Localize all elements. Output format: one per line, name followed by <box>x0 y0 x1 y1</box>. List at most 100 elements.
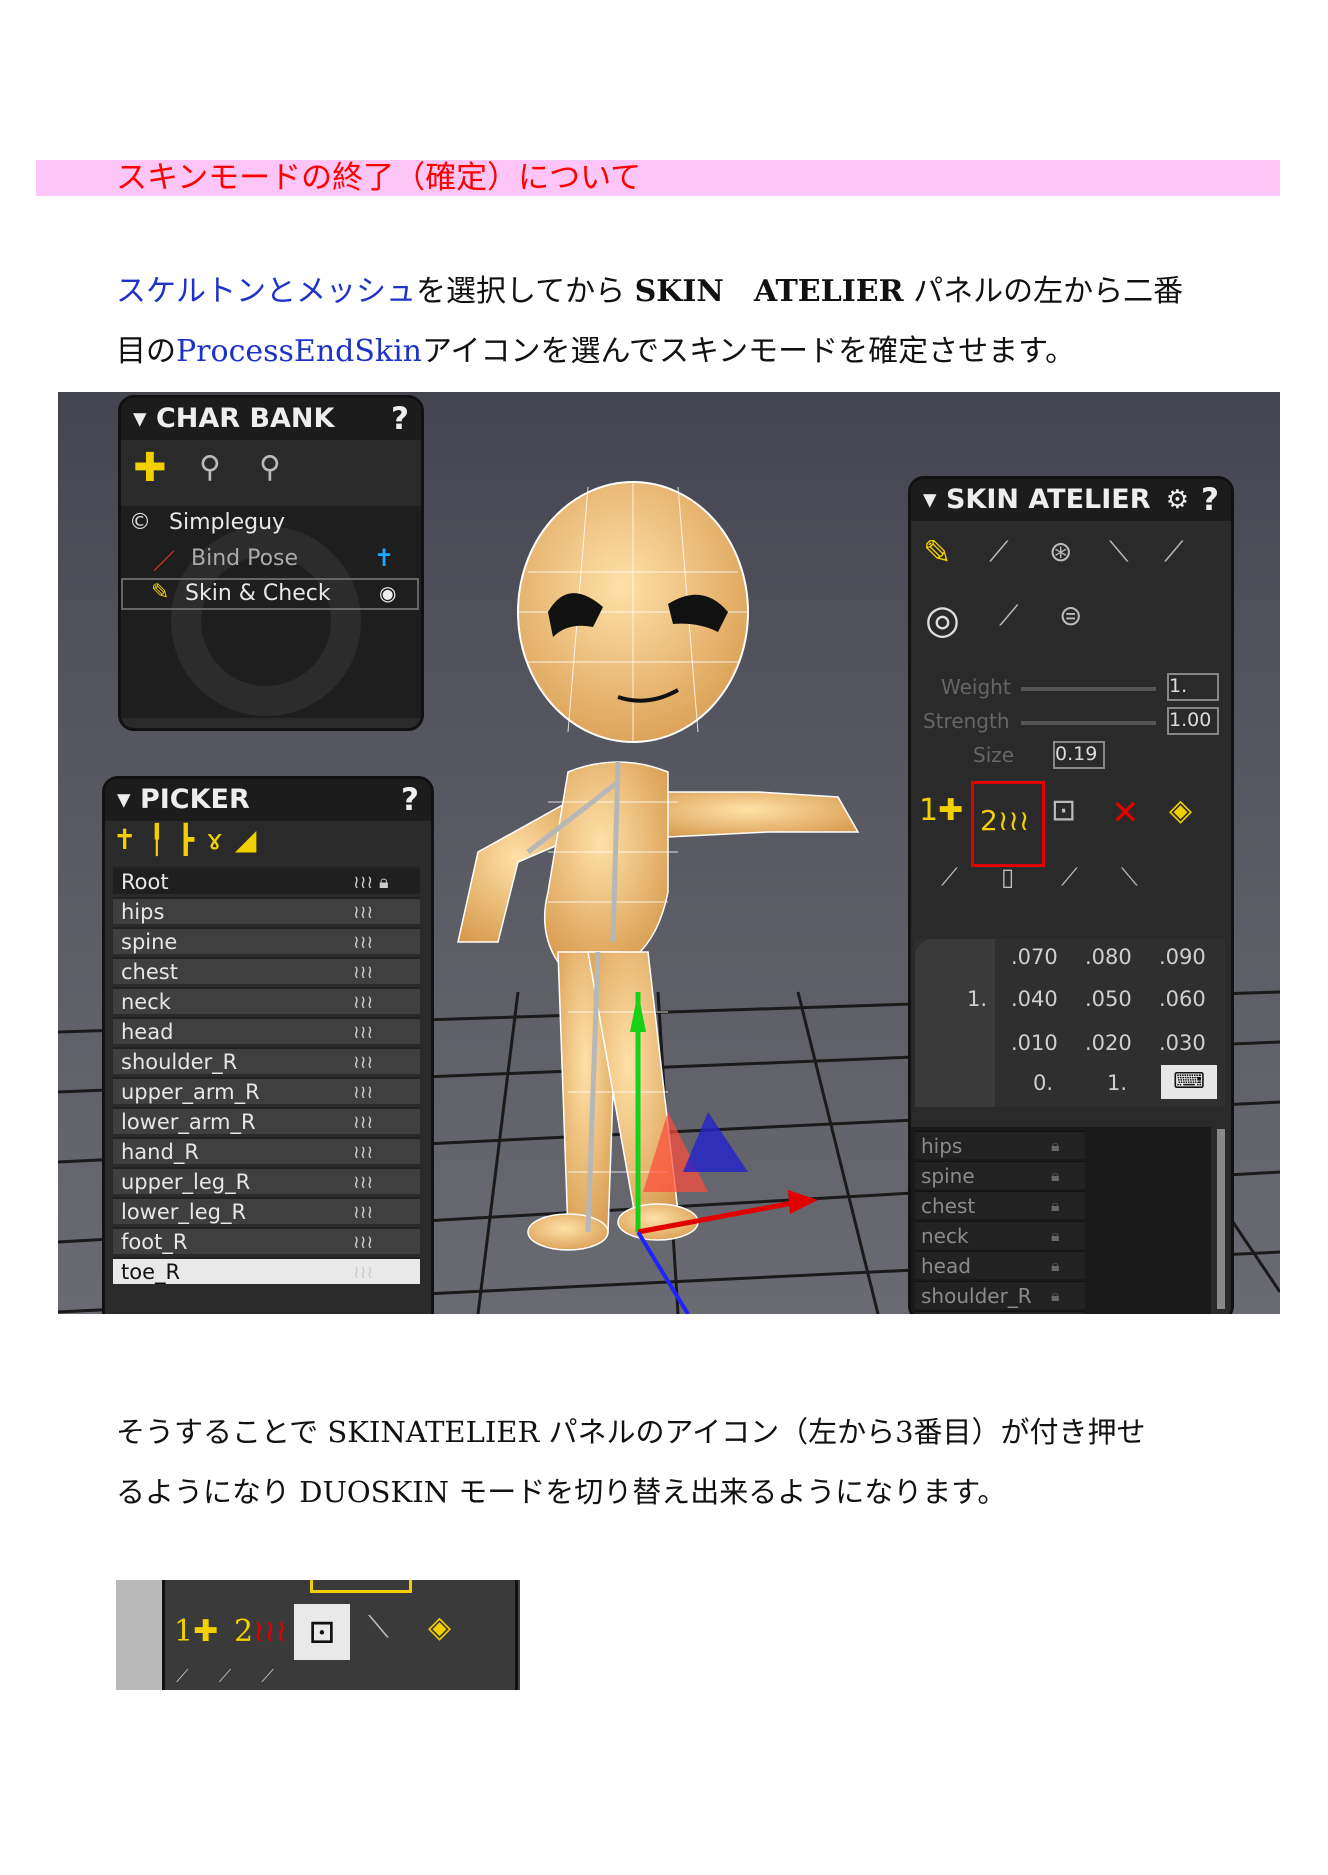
picker-row-hand_r[interactable]: hand_R ≀≀≀ <box>113 1137 420 1164</box>
skin-joint-row[interactable]: head 🔒︎ <box>915 1251 1085 1279</box>
character-item[interactable]: © Simpleguy <box>129 510 285 542</box>
paste-icon[interactable]: ⟋ <box>1164 535 1184 569</box>
bind-pose-item[interactable]: ／ Bind Pose ✝ <box>129 544 419 576</box>
weight-preset-grid: .070 .080 .090 1. .040 .050 .060 .010 .0… <box>915 939 1225 1107</box>
preset-value[interactable]: .060 <box>1159 987 1206 1011</box>
strength-value[interactable]: 1.00 <box>1167 707 1219 735</box>
prune-icon[interactable]: ⟋ <box>999 599 1019 633</box>
picker-row-upper_leg_r[interactable]: upper_leg_R ≀≀≀ <box>113 1167 420 1194</box>
lock-icon[interactable]: 🔒︎ <box>1051 1312 1060 1314</box>
select-hand-icon[interactable]: ɤ <box>206 823 235 856</box>
duo-skin-button[interactable]: ⊡ <box>294 1604 350 1660</box>
lock-icon[interactable]: 🔒︎ <box>1051 1132 1060 1160</box>
bake-icon[interactable]: ⊜ <box>1059 599 1082 632</box>
weight-icon: ≀≀≀ <box>353 1202 374 1223</box>
tool-row-2-icon-3[interactable]: ⟋ <box>1061 863 1078 891</box>
size-value[interactable]: 0.19 <box>1053 741 1105 769</box>
preset-value[interactable]: .050 <box>1085 987 1132 1011</box>
preset-value[interactable]: 1. <box>967 987 987 1011</box>
weight-slider[interactable] <box>1021 687 1156 691</box>
character-icon: © <box>129 510 151 535</box>
skeleton-remove-icon[interactable]: ⚲ <box>259 450 281 485</box>
weight-icon: ≀≀≀ <box>353 1112 374 1133</box>
tool-row-2-icon-2[interactable]: ▯ <box>1001 863 1014 891</box>
lock-icon[interactable]: 🔒︎ <box>1051 1192 1060 1220</box>
select-joint-icon[interactable]: ✝ <box>113 823 148 856</box>
weight-icon: ≀≀≀ <box>353 1232 374 1253</box>
skin-joint-row[interactable]: spine 🔒︎ <box>915 1161 1085 1189</box>
lock-icon[interactable]: 🔒︎ <box>1051 1162 1060 1190</box>
picker-row-toe_r[interactable]: toe_R ≀≀≀ <box>113 1257 420 1284</box>
weight-label: Weight <box>941 675 1011 699</box>
preset-value[interactable]: .070 <box>1011 945 1058 969</box>
skeleton-mesh-text: スケルトンとメッシュ <box>116 274 416 309</box>
select-foot-icon[interactable]: ◢ <box>235 823 269 856</box>
char-bank-header: ▾ CHAR BANK ? <box>121 398 421 440</box>
preset-value[interactable]: .080 <box>1085 945 1132 969</box>
duo-skin-icon[interactable]: ⊡ <box>1051 793 1076 828</box>
tool-row-2-icon-1[interactable]: ⟋ <box>941 863 958 891</box>
preset-value[interactable]: .090 <box>1159 945 1206 969</box>
weight-icon: ≀≀≀ <box>353 902 374 923</box>
preset-value[interactable]: .040 <box>1011 987 1058 1011</box>
skin-atelier-text: SKIN ATELIER <box>634 274 904 309</box>
mirror-icon[interactable]: ⊛ <box>1049 535 1072 568</box>
skin-atelier-header: ▾ SKIN ATELIER ⚙ ? <box>911 479 1231 521</box>
paint-brush-icon[interactable]: ✎ <box>923 533 952 573</box>
skin-joint-row[interactable]: chest 🔒︎ <box>915 1191 1085 1219</box>
delete-skin-icon[interactable]: ⟍ <box>368 1610 389 1645</box>
smooth-icon[interactable]: ⟋ <box>989 535 1009 569</box>
skin-joint-row[interactable]: shoulder_R 🔒︎ <box>915 1281 1085 1309</box>
keyboard-icon[interactable]: ⌨ <box>1161 1065 1217 1099</box>
mono-skin-icon[interactable]: 1✚ <box>919 793 963 828</box>
settings-gear-icon[interactable]: ⚙ <box>1166 479 1189 521</box>
preset-value[interactable]: 0. <box>1033 1071 1053 1095</box>
preset-value[interactable]: 1. <box>1107 1071 1127 1095</box>
select-child-icon[interactable]: ╿ <box>148 823 177 856</box>
picker-row-chest[interactable]: chest ≀≀≀ <box>113 957 420 984</box>
picker-row-neck[interactable]: neck ≀≀≀ <box>113 987 420 1014</box>
lock-icon[interactable]: 🔒︎ <box>1051 1222 1060 1250</box>
export-skin-icon[interactable]: ◈ <box>1169 793 1192 828</box>
lock-icon[interactable]: 🔒︎ <box>1051 1252 1060 1280</box>
picker-row-hips[interactable]: hips ≀≀≀ <box>113 897 420 924</box>
lock-icon[interactable]: 🔒︎ <box>1051 1282 1060 1310</box>
picker-row-upper_arm_r[interactable]: upper_arm_R ≀≀≀ <box>113 1077 420 1104</box>
strength-slider[interactable] <box>1021 721 1156 725</box>
delete-skin-icon[interactable]: ✕ <box>1111 793 1140 833</box>
skeleton-icon[interactable]: ⚲ <box>199 450 221 485</box>
preset-value[interactable]: .020 <box>1085 1031 1132 1055</box>
select-branch-icon[interactable]: ┣ <box>177 823 206 856</box>
picker-row-spine[interactable]: spine ≀≀≀ <box>113 927 420 954</box>
help-icon[interactable]: ? <box>391 398 409 440</box>
help-icon[interactable]: ? <box>401 779 419 821</box>
skin-joint-row[interactable]: upper_arm...🔒︎ <box>915 1311 1085 1314</box>
tool-row-2-icon-4[interactable]: ⟍ <box>1121 863 1138 891</box>
character-mesh <box>457 481 860 1314</box>
mono-skin-icon[interactable]: 1✚ <box>174 1614 218 1649</box>
weight-icon: ≀≀≀ <box>353 1082 374 1103</box>
preset-value[interactable]: .030 <box>1159 1031 1206 1055</box>
process-end-skin-highlight[interactable]: 2≀≀≀ <box>971 781 1045 867</box>
picker-row-foot_r[interactable]: foot_R ≀≀≀ <box>113 1227 420 1254</box>
help-icon[interactable]: ? <box>1201 479 1219 521</box>
picker-row-shoulder_r[interactable]: shoulder_R ≀≀≀ <box>113 1047 420 1074</box>
weight-icon: ≀≀≀ 🔒︎ <box>353 872 389 893</box>
add-character-icon[interactable]: ✚ <box>133 448 167 488</box>
joint-list-scrollbar[interactable] <box>1217 1129 1225 1309</box>
target-icon[interactable]: ◎ <box>925 597 960 643</box>
picker-row-root[interactable]: Root ≀≀≀ 🔒︎ <box>113 867 420 894</box>
preset-value[interactable]: .010 <box>1011 1031 1058 1055</box>
export-skin-icon[interactable]: ◈ <box>428 1610 451 1645</box>
weight-value[interactable]: 1. <box>1167 673 1219 701</box>
picker-row-head[interactable]: head ≀≀≀ <box>113 1017 420 1044</box>
process-end-skin-icon[interactable]: 2≀≀≀ <box>234 1614 287 1649</box>
skin-joint-row[interactable]: neck 🔒︎ <box>915 1221 1085 1249</box>
skin-check-item[interactable]: ✎ Skin & Check ◉ <box>121 578 419 610</box>
picker-row-lower_leg_r[interactable]: lower_leg_R ≀≀≀ <box>113 1197 420 1224</box>
copy-icon[interactable]: ⟍ <box>1109 535 1129 569</box>
picker-row-lower_arm_r[interactable]: lower_arm_R ≀≀≀ <box>113 1107 420 1134</box>
char-bank-toolbar: ✚ ⚲ ⚲ <box>129 446 329 496</box>
skin-joint-row[interactable]: hips 🔒︎ <box>915 1131 1085 1159</box>
eye-icon[interactable]: ◉ <box>379 581 396 605</box>
